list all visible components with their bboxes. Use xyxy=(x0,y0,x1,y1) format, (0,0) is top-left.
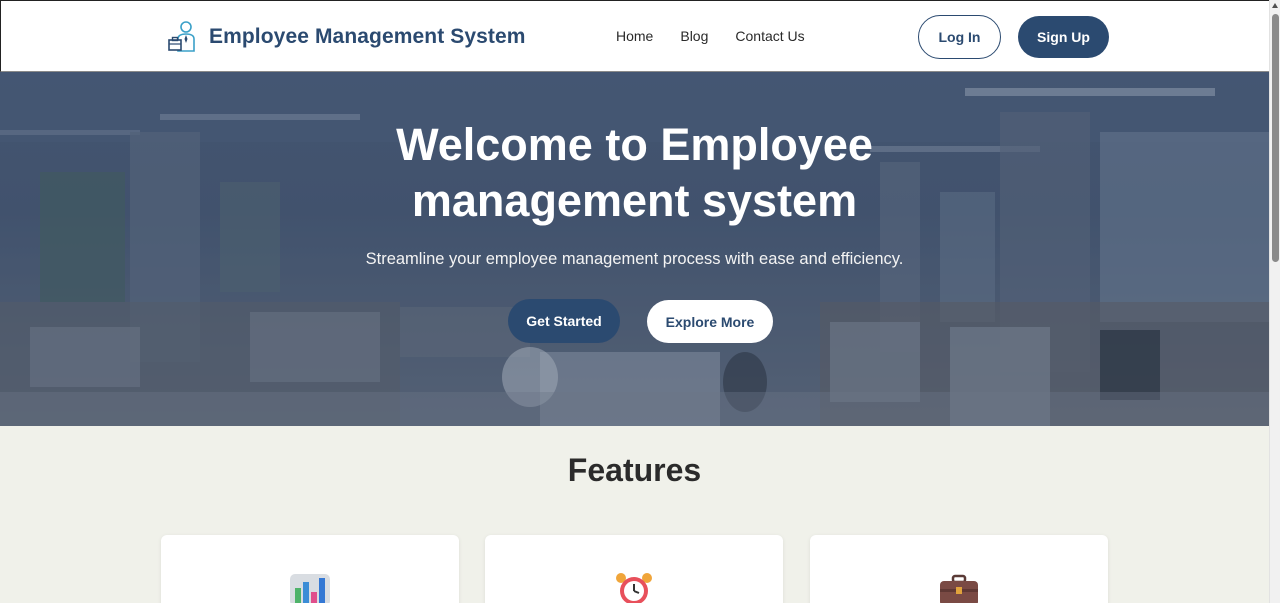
hero-subtitle: Streamline your employee management proc… xyxy=(365,250,904,268)
feature-card-2 xyxy=(485,535,783,603)
employee-briefcase-icon xyxy=(168,21,195,52)
sign-up-button[interactable]: Sign Up xyxy=(1018,16,1109,58)
hero-title: Welcome to Employee management system xyxy=(0,117,1269,229)
get-started-button[interactable]: Get Started xyxy=(508,299,620,343)
alarm-clock-icon xyxy=(616,573,652,603)
navbar: Employee Management System Home Blog Con… xyxy=(0,0,1269,72)
log-in-button[interactable]: Log In xyxy=(918,15,1001,59)
vertical-scrollbar[interactable] xyxy=(1269,0,1280,603)
scroll-up-arrow-icon[interactable] xyxy=(1272,3,1278,8)
nav-link-contact-us[interactable]: Contact Us xyxy=(735,28,804,44)
hero-title-line-1: Welcome to Employee xyxy=(396,119,873,170)
brand-title: Employee Management System xyxy=(209,25,526,48)
feature-card-1 xyxy=(161,535,459,603)
features-heading: Features xyxy=(567,452,702,488)
feature-card-3 xyxy=(810,535,1108,603)
hero-title-line-2: management system xyxy=(411,175,858,226)
brand[interactable]: Employee Management System xyxy=(167,21,526,53)
explore-more-button[interactable]: Explore More xyxy=(647,300,773,343)
briefcase-icon xyxy=(940,574,978,603)
nav-links: Home Blog Contact Us xyxy=(616,28,832,44)
bar-chart-icon xyxy=(290,574,330,603)
scrollbar-thumb[interactable] xyxy=(1272,14,1279,262)
hero-section: Welcome to Employee management system St… xyxy=(0,72,1269,426)
nav-link-home[interactable]: Home xyxy=(616,28,653,44)
nav-link-blog[interactable]: Blog xyxy=(680,28,708,44)
